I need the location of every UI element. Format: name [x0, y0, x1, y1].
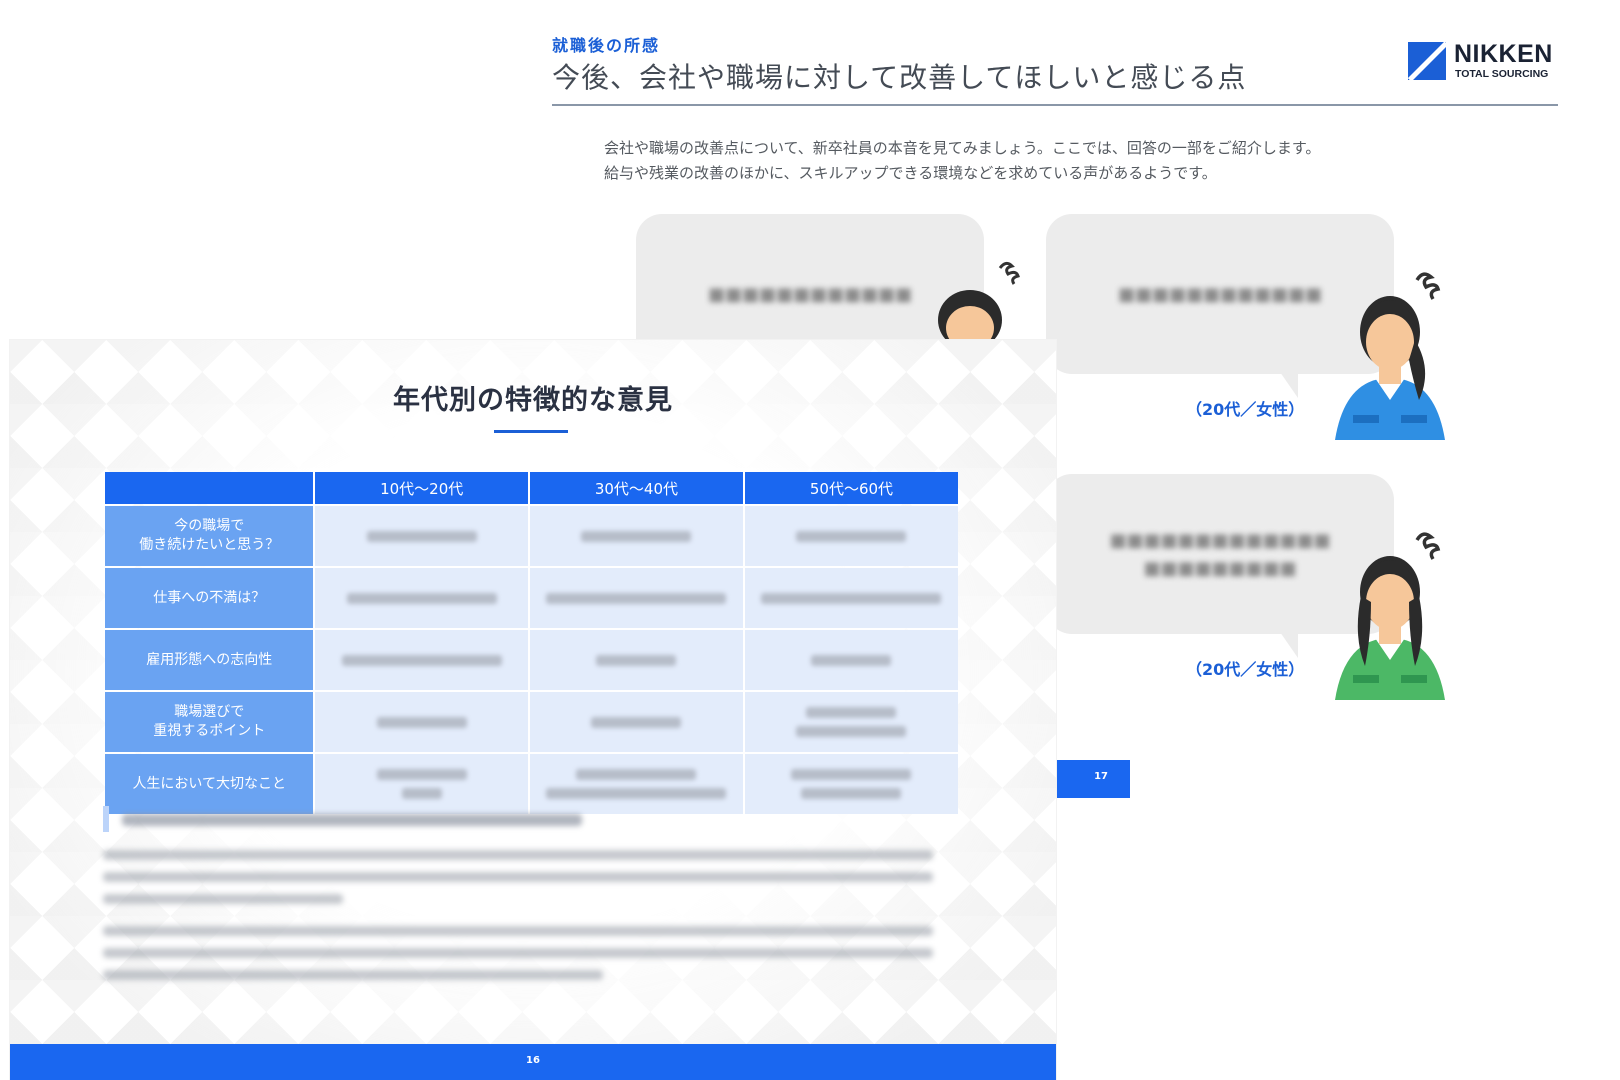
table-cell — [744, 568, 958, 628]
table-row: 職場選びで 重視するポイント — [105, 692, 958, 752]
row-header: 仕事への不満は？ — [105, 568, 314, 628]
page-footer: 16 — [10, 1044, 1056, 1080]
testimonial-label: （20代／女性） — [1186, 400, 1305, 419]
blurred-paragraph-line — [103, 850, 933, 860]
slide-title: 年代別の特徴的な意見 — [393, 385, 673, 416]
table-cell — [315, 754, 528, 814]
table-cell — [529, 754, 743, 814]
title-divider — [552, 104, 1558, 106]
column-header: 10代～20代 — [315, 472, 528, 504]
row-header: 今の職場で 働き続けたいと思う？ — [105, 506, 314, 566]
blurred-paragraph-line — [103, 872, 933, 882]
table-cell — [315, 568, 528, 628]
blurred-paragraph-line — [103, 926, 933, 936]
table-cell — [744, 754, 958, 814]
table-cell — [315, 506, 528, 566]
testimonial-label: （20代／女性） — [1186, 660, 1305, 679]
row-header-text: 仕事への不満は？ — [153, 589, 266, 606]
table-cell — [529, 568, 743, 628]
blurred-paragraph-line — [103, 894, 343, 904]
company-logo: NIKKEN TOTAL SOURCING — [1408, 40, 1568, 82]
table-cell — [315, 692, 528, 752]
column-header — [105, 472, 314, 504]
table-cell — [529, 692, 743, 752]
row-header-text: 人生において大切なこと — [132, 775, 287, 792]
row-header: 職場選びで 重視するポイント — [105, 692, 314, 752]
table-header-row: 10代～20代 30代～40代 50代～60代 — [105, 472, 958, 504]
blurred-subheading — [122, 814, 582, 826]
page-title: 今後、会社や職場に対して改善してほしいと感じる点 — [552, 61, 1247, 94]
column-header: 50代～60代 — [744, 472, 958, 504]
page-number: 17 — [1094, 771, 1108, 782]
person-illustration-blue — [1335, 272, 1445, 440]
blurred-paragraph-line — [103, 970, 603, 980]
table-row: 今の職場で 働き続けたいと思う？ — [105, 506, 958, 566]
title-underline — [494, 430, 568, 433]
intro-line: 給与や残業の改善のほかに、スキルアップできる環境などを求めている声があるようです… — [604, 164, 1217, 182]
table-row: 仕事への不満は？ — [105, 568, 958, 628]
table-cell — [529, 506, 743, 566]
person-illustration-green — [1335, 532, 1445, 700]
slide-page-16: 年代別の特徴的な意見 10代～20代 30代～40代 50代～60代 今の職場で… — [10, 340, 1056, 1080]
row-header-text: 雇用形態への志向性 — [146, 651, 273, 668]
intro-line: 会社や職場の改善点について、新卒社員の本音を見てみましょう。ここでは、回答の一部… — [604, 139, 1321, 157]
table-row: 人生において大切なこと — [105, 754, 958, 814]
table-cell — [744, 692, 958, 752]
person-illustration — [938, 261, 1020, 345]
section-label: 就職後の所感 — [552, 36, 661, 55]
table-cell — [744, 630, 958, 690]
row-header-text: 職場選びで 重視するポイント — [153, 704, 266, 739]
logo-mark-icon — [1408, 42, 1446, 80]
logo-subtitle: TOTAL SOURCING — [1455, 68, 1549, 80]
row-header: 人生において大切なこと — [105, 754, 314, 814]
row-header-text: 今の職場で 働き続けたいと思う？ — [139, 518, 280, 553]
intro-text: 会社や職場の改善点について、新卒社員の本音を見てみましょう。ここでは、回答の一部… — [604, 136, 1424, 186]
row-header: 雇用形態への志向性 — [105, 630, 314, 690]
table-row: 雇用形態への志向性 — [105, 630, 958, 690]
table-cell — [529, 630, 743, 690]
page-number: 16 — [526, 1055, 540, 1066]
age-comparison-table: 10代～20代 30代～40代 50代～60代 今の職場で 働き続けたいと思う？… — [103, 470, 960, 816]
bubble-tail — [1280, 632, 1298, 658]
table-cell — [744, 506, 958, 566]
table-cell — [315, 630, 528, 690]
logo-name: NIKKEN — [1454, 40, 1553, 68]
subheading-accent — [103, 806, 109, 832]
column-header: 30代～40代 — [529, 472, 743, 504]
blurred-paragraph-line — [103, 948, 933, 958]
bubble-tail — [1280, 372, 1298, 398]
